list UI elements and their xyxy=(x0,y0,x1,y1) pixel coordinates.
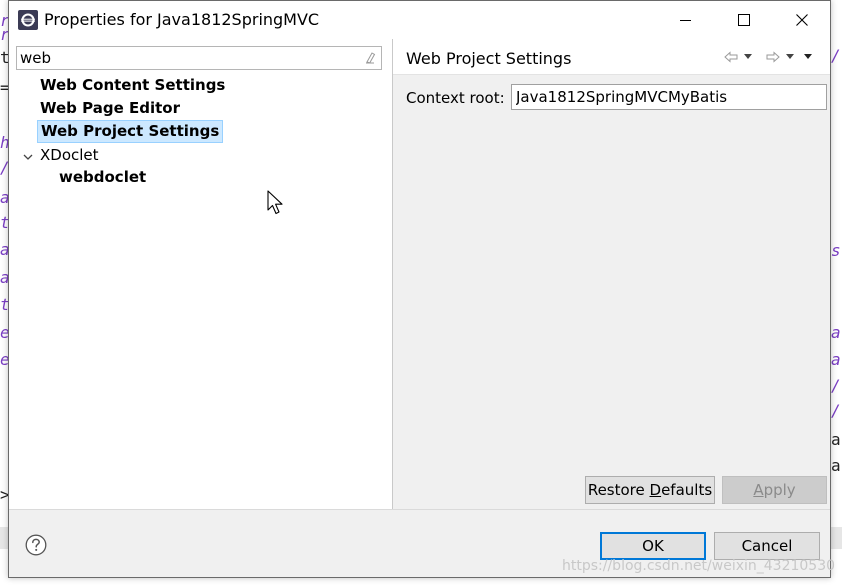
apply-label-post: pply xyxy=(763,481,796,499)
cancel-button[interactable]: Cancel xyxy=(714,532,820,560)
help-icon[interactable] xyxy=(25,534,47,556)
tree-item-web-page-editor[interactable]: Web Page Editor xyxy=(40,97,180,119)
tree-item-label: Web Page Editor xyxy=(40,99,180,117)
properties-dialog: Properties for Java1812SpringMVC Web Con… xyxy=(8,0,831,578)
tree-item-web-project-settings[interactable]: Web Project Settings xyxy=(37,120,224,143)
bg-code-fragment: a xyxy=(831,350,841,369)
bg-code-fragment: s xyxy=(831,241,841,260)
bg-code-fragment: a xyxy=(831,323,841,342)
property-page-pane: Web Project Settings Context root: Java1… xyxy=(393,39,830,509)
tree-item-label: Web Content Settings xyxy=(40,76,226,94)
cancel-label: Cancel xyxy=(741,537,793,555)
apply-label: Apply xyxy=(753,481,795,499)
back-arrow-icon[interactable] xyxy=(723,49,739,65)
clear-filter-icon[interactable] xyxy=(363,51,377,65)
forward-dropdown-icon[interactable] xyxy=(785,53,795,61)
page-navigation xyxy=(723,49,823,65)
tree-item-web-content-settings[interactable]: Web Content Settings xyxy=(40,74,225,96)
minimize-button[interactable] xyxy=(657,1,715,39)
close-button[interactable] xyxy=(773,1,831,39)
window-title: Properties for Java1812SpringMVC xyxy=(44,10,320,29)
restore-defaults-label-post: efaults xyxy=(661,481,713,499)
apply-mnemonic: A xyxy=(753,481,764,499)
apply-button[interactable]: Apply xyxy=(722,476,827,504)
eclipse-app-icon xyxy=(18,10,38,30)
restore-defaults-label: Restore Defaults xyxy=(588,481,712,499)
tree-item-label: XDoclet xyxy=(40,146,99,164)
expand-chevron-icon[interactable] xyxy=(21,150,35,164)
filter-input[interactable] xyxy=(20,48,350,68)
bg-code-fragment: / xyxy=(831,46,841,65)
title-bar[interactable]: Properties for Java1812SpringMVC xyxy=(9,1,830,39)
context-root-input[interactable] xyxy=(511,84,827,110)
restore-defaults-button[interactable]: Restore Defaults xyxy=(585,476,715,504)
bg-code-fragment: a xyxy=(831,430,841,449)
view-menu-icon[interactable] xyxy=(803,53,813,61)
bg-code-fragment: / xyxy=(831,376,841,395)
forward-arrow-icon[interactable] xyxy=(765,49,781,65)
ok-button[interactable]: OK xyxy=(600,532,706,560)
ok-label: OK xyxy=(642,537,664,555)
filter-box[interactable] xyxy=(16,46,382,70)
watermark-text: https://blog.csdn.net/weixin_43210530 xyxy=(562,558,836,574)
dialog-content: Web Content Settings Web Page Editor Web… xyxy=(9,39,830,509)
restore-defaults-mnemonic: D xyxy=(649,481,662,499)
mouse-cursor-icon xyxy=(267,190,283,215)
maximize-button[interactable] xyxy=(715,1,773,39)
preference-tree-pane: Web Content Settings Web Page Editor Web… xyxy=(9,39,392,509)
minimize-icon xyxy=(680,20,691,21)
maximize-icon xyxy=(738,14,750,26)
bg-code-fragment: a xyxy=(831,456,841,475)
bg-code-fragment: / xyxy=(831,401,841,420)
restore-defaults-label-pre: Restore xyxy=(587,481,650,499)
tree-item-xdoclet[interactable]: XDoclet xyxy=(40,144,99,166)
tree-item-webdoclet[interactable]: webdoclet xyxy=(59,166,146,188)
tree-item-label: webdoclet xyxy=(59,168,147,186)
back-dropdown-icon[interactable] xyxy=(743,53,753,61)
tree-item-label: Web Project Settings xyxy=(41,122,220,140)
page-header: Web Project Settings xyxy=(393,39,830,75)
close-icon xyxy=(796,14,808,26)
page-title: Web Project Settings xyxy=(406,49,572,68)
context-root-label: Context root: xyxy=(406,89,505,107)
